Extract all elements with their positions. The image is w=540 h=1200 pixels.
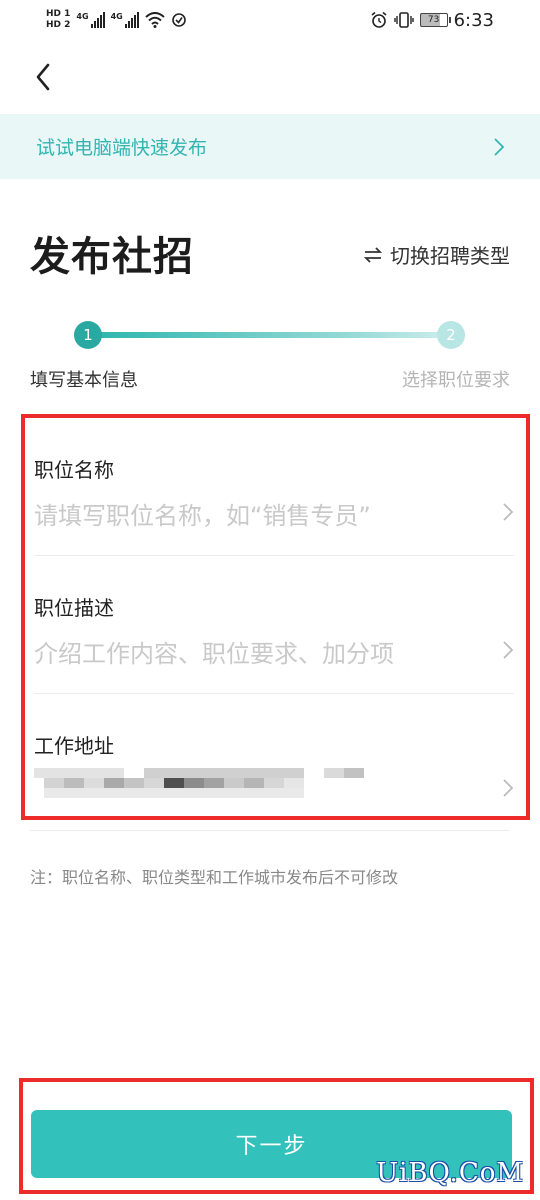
job-description-field[interactable]: 职位描述 介绍工作内容、职位要求、加分项 xyxy=(34,556,514,694)
hd-top: HD xyxy=(46,9,62,19)
status-time: 6:33 xyxy=(453,9,494,31)
hd-bottom-num: 2 xyxy=(64,20,71,30)
work-address-chevron-icon xyxy=(503,779,514,797)
data-saver-icon xyxy=(171,13,186,27)
job-description-label: 职位描述 xyxy=(34,596,114,620)
job-name-placeholder: 请填写职位名称，如“销售专员” xyxy=(34,502,371,530)
address-divider xyxy=(30,830,510,831)
status-bar: HD 1 HD 2 4G 4G 73 6:33 xyxy=(0,0,540,40)
signal-1-icon: 4G xyxy=(76,12,105,28)
job-name-field[interactable]: 职位名称 请填写职位名称，如“销售专员” xyxy=(34,418,514,556)
stepper-track xyxy=(88,332,450,338)
step-2-label: 选择职位要求 xyxy=(402,370,510,391)
hd-top-num: 1 xyxy=(64,9,71,19)
work-address-field[interactable]: 工作地址 xyxy=(34,694,514,832)
step-1-dot: 1 xyxy=(74,321,102,349)
hd-bottom: HD xyxy=(46,20,62,30)
job-name-label: 职位名称 xyxy=(34,458,114,482)
switch-recruit-type-button[interactable]: 切换招聘类型 xyxy=(364,240,510,269)
back-arrow-icon[interactable] xyxy=(30,60,60,94)
alarm-icon xyxy=(371,11,387,28)
status-left: HD 1 HD 2 4G 4G xyxy=(46,9,187,31)
step-1-label: 填写基本信息 xyxy=(30,370,138,391)
step-2-dot: 2 xyxy=(437,321,465,349)
swap-arrows-icon xyxy=(364,246,382,263)
switch-recruit-type-label: 切换招聘类型 xyxy=(390,244,510,268)
banner-chevron-right-icon xyxy=(494,137,505,156)
progress-stepper: 1 2 填写基本信息 选择职位要求 xyxy=(0,318,540,398)
desktop-publish-banner[interactable]: 试试电脑端快速发布 xyxy=(0,114,540,179)
network-type-1: 4G xyxy=(76,12,89,21)
edit-restriction-note: 注：职位名称、职位类型和工作城市发布后不可修改 xyxy=(30,868,399,887)
job-description-chevron-icon xyxy=(503,641,514,659)
vibrate-icon xyxy=(393,12,414,28)
wifi-icon xyxy=(145,12,165,28)
network-type-2: 4G xyxy=(110,12,123,21)
job-description-placeholder: 介绍工作内容、职位要求、加分项 xyxy=(34,640,394,668)
status-right: 73 6:33 xyxy=(370,10,494,31)
page-title: 发布社招 xyxy=(30,234,194,280)
job-name-chevron-icon xyxy=(503,503,514,521)
banner-text: 试试电脑端快速发布 xyxy=(36,137,208,159)
address-pixelated-value xyxy=(34,768,374,798)
signal-2-icon: 4G xyxy=(111,12,139,28)
work-address-label: 工作地址 xyxy=(34,734,114,758)
job-info-form: 职位名称 请填写职位名称，如“销售专员” 职位描述 介绍工作内容、职位要求、加分… xyxy=(21,414,530,820)
site-watermark: UiBQ.CoM xyxy=(376,1158,524,1188)
battery-icon: 73 xyxy=(419,13,451,27)
hd-indicator: HD 1 HD 2 xyxy=(46,9,70,31)
